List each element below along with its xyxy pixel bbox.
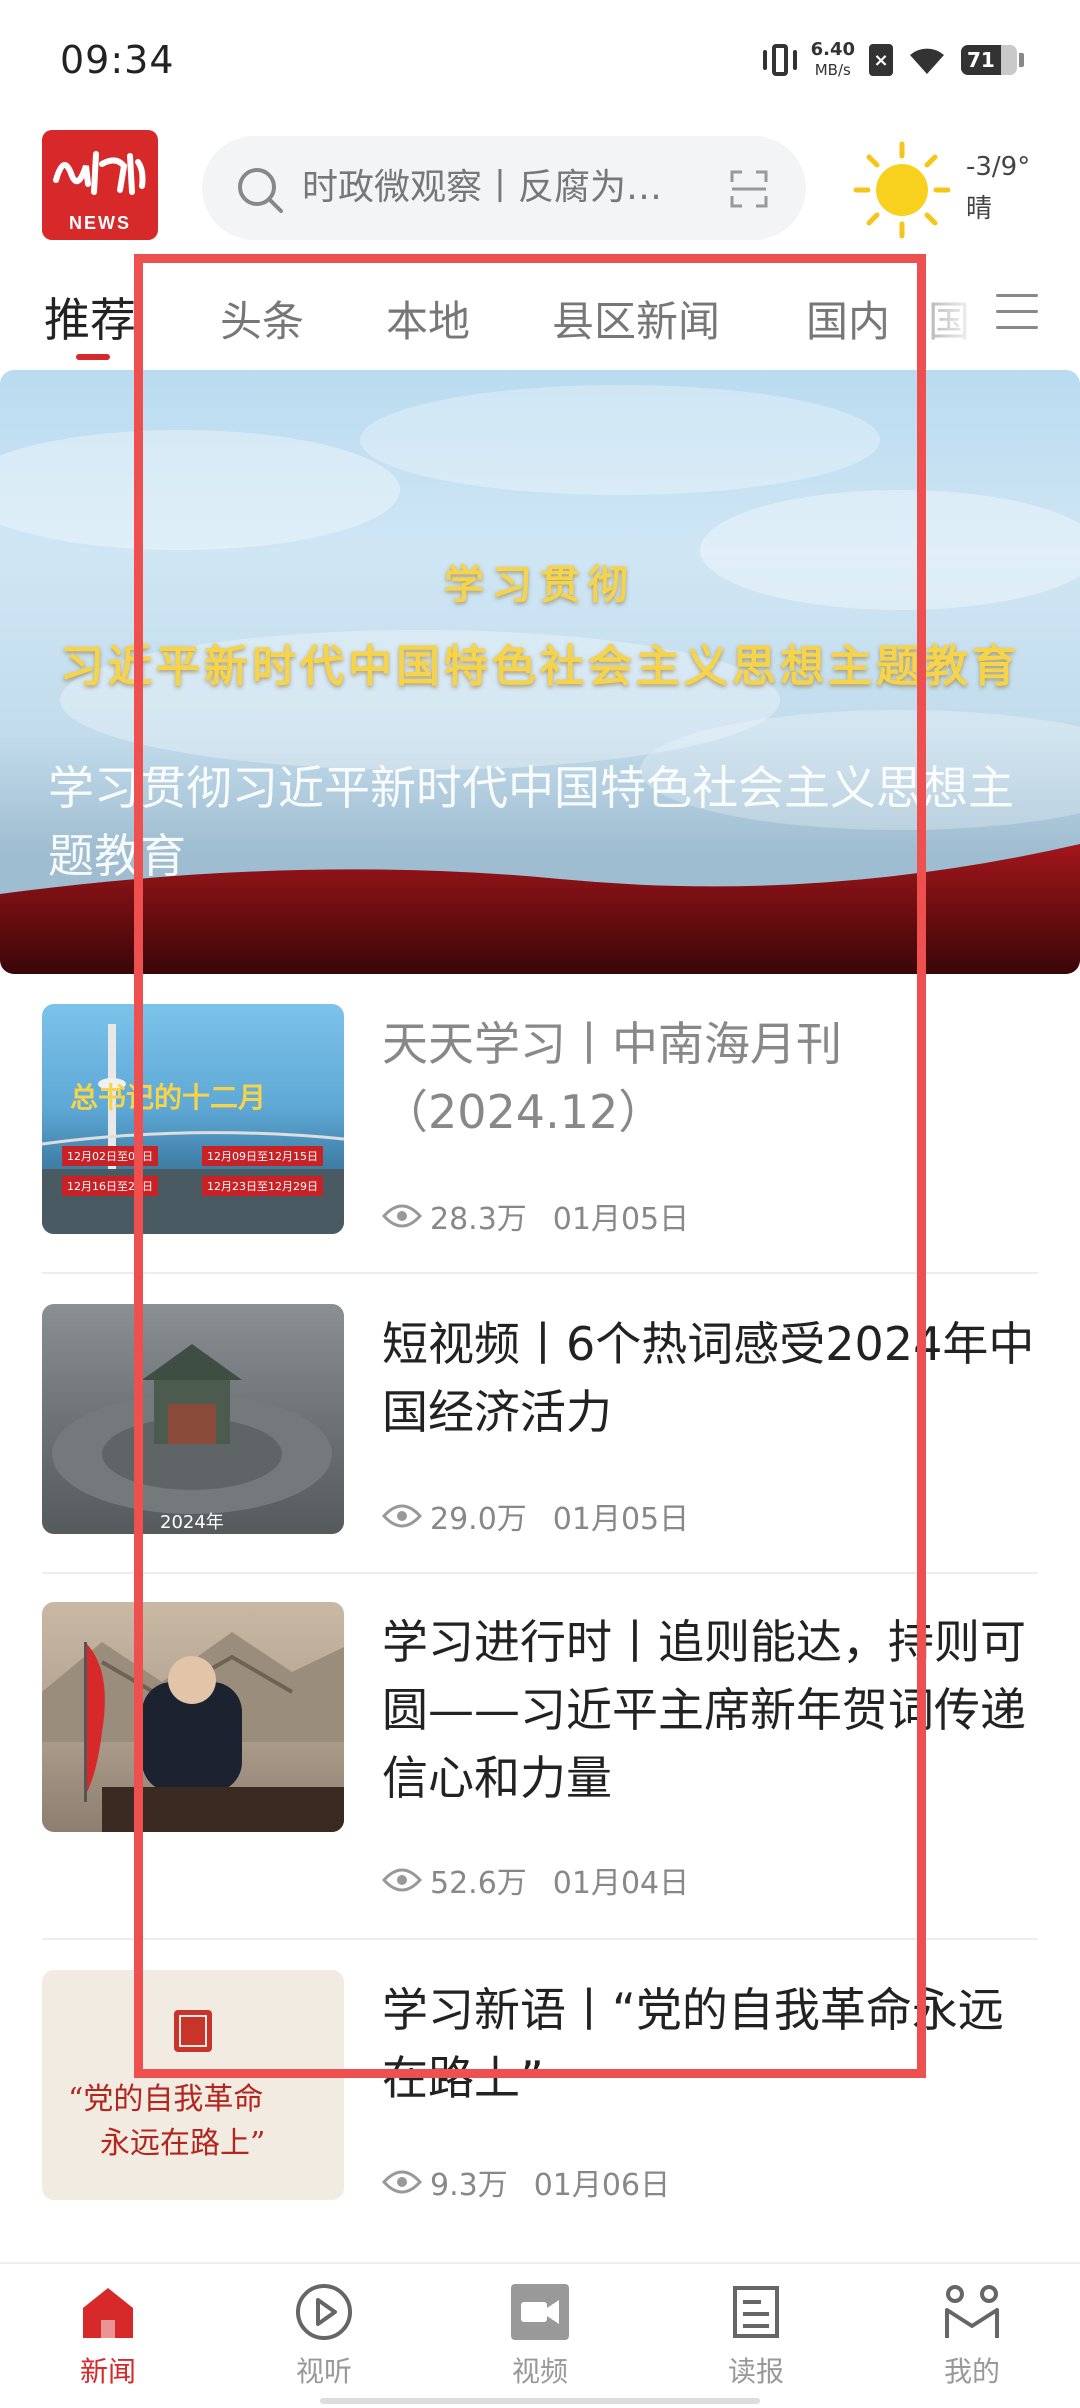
news-date: 01月05日 bbox=[552, 1202, 690, 1237]
news-thumbnail: 2024年 bbox=[42, 1304, 344, 1534]
banner-headline-1: 学习贯彻 bbox=[444, 561, 636, 608]
nav-label: 我的 bbox=[943, 2355, 1000, 2388]
search-placeholder: 时政微观察丨反腐为… bbox=[302, 167, 663, 208]
news-title: 短视频丨6个热词感受2024年中国经济活力 bbox=[382, 1317, 1035, 1439]
weather-temperature: -3/9° bbox=[966, 152, 1031, 182]
play-icon bbox=[296, 2284, 352, 2340]
thumbnail-illustration bbox=[42, 1024, 344, 1234]
status-icons: 6.40 MB/s × 71 bbox=[762, 40, 1024, 80]
views-eye-icon bbox=[382, 1868, 422, 1892]
battery-level: 71 bbox=[967, 48, 995, 72]
news-meta: 29.0万 01月05日 bbox=[382, 1494, 689, 1538]
views-eye-icon bbox=[382, 1204, 422, 1228]
scan-icon[interactable] bbox=[730, 170, 768, 208]
app-header: NEWS 时政微观察丨反腐为… -3/9° 晴 bbox=[0, 120, 1080, 260]
news-views: 52.6万 bbox=[430, 1866, 527, 1901]
nav-audio-video[interactable]: 视听 bbox=[264, 2282, 384, 2390]
news-title: 天天学习丨中南海月刊（2024.12） bbox=[382, 1017, 842, 1139]
profile-icon bbox=[945, 2285, 999, 2338]
network-speed-unit: MB/s bbox=[814, 61, 851, 79]
news-views: 9.3万 bbox=[430, 2168, 508, 2203]
thumbnail-tag: 12月02日至08日 bbox=[62, 1146, 158, 1166]
thumbnail-caption: 2024年 bbox=[160, 1512, 224, 1533]
newspaper-icon bbox=[733, 2286, 779, 2338]
sunny-icon bbox=[853, 141, 951, 239]
nav-video[interactable]: 视频 bbox=[480, 2282, 600, 2390]
video-icon bbox=[511, 2284, 569, 2340]
bottom-navigation: 新闻 视听 视频 读报 我的 bbox=[0, 2262, 1080, 2408]
nav-profile[interactable]: 我的 bbox=[912, 2282, 1032, 2390]
news-thumbnail: 总书记的十二月 12月02日至08日 12月09日至12月15日 12月16日至… bbox=[42, 1004, 344, 1234]
news-views: 29.0万 bbox=[430, 1502, 527, 1537]
news-item[interactable]: 总书记的十二月 12月02日至08日 12月09日至12月15日 12月16日至… bbox=[42, 1004, 1038, 1264]
weather-condition: 晴 bbox=[966, 194, 993, 224]
thumbnail-tag: 12月23日至12月29日 bbox=[202, 1176, 323, 1196]
nav-news[interactable]: 新闻 bbox=[48, 2282, 168, 2390]
list-divider bbox=[42, 1572, 1038, 1574]
channel-tabs: 推荐 头条 本地 县区新闻 国内 国 bbox=[0, 270, 1080, 370]
views-eye-icon bbox=[382, 1504, 422, 1528]
search-icon bbox=[238, 168, 283, 213]
status-time: 09:34 bbox=[60, 38, 175, 82]
news-date: 01月05日 bbox=[552, 1502, 690, 1537]
channel-menu-icon[interactable] bbox=[996, 294, 1038, 330]
news-meta: 9.3万 01月06日 bbox=[382, 2160, 670, 2204]
tab-domestic[interactable]: 国内 bbox=[806, 288, 890, 349]
nav-label: 视频 bbox=[511, 2355, 568, 2388]
status-bar: 09:34 6.40 MB/s × 71 bbox=[0, 0, 1080, 120]
thumbnail-caption-2: 永远在路上” bbox=[100, 2126, 266, 2161]
search-bar[interactable]: 时政微观察丨反腐为… bbox=[202, 136, 806, 240]
views-eye-icon bbox=[382, 2170, 422, 2194]
tabs-fade bbox=[880, 270, 980, 370]
battery-icon: 71 bbox=[961, 45, 1017, 75]
banner-headline-2: 习近平新时代中国特色社会主义思想主题教育 bbox=[60, 641, 1020, 692]
network-speed-value: 6.40 bbox=[810, 39, 855, 60]
featured-banner[interactable]: 学习贯彻 习近平新时代中国特色社会主义思想主题教育 学习贯彻习近平新时代中国特色… bbox=[0, 370, 1080, 974]
battery-tip bbox=[1019, 53, 1024, 67]
news-item[interactable]: 学习进行时丨追则能达，持则可圆——习近平主席新年贺词传递信心和力量 52.6万 … bbox=[42, 1602, 1038, 1932]
thumbnail-illustration bbox=[52, 1344, 332, 1514]
tab-county-news[interactable]: 县区新闻 bbox=[552, 288, 720, 349]
weather-widget[interactable]: -3/9° 晴 bbox=[852, 140, 1062, 240]
thumbnail-tag: 12月16日至22日 bbox=[62, 1176, 158, 1196]
news-views: 28.3万 bbox=[430, 1202, 527, 1237]
thumbnail-tag: 12月09日至12月15日 bbox=[202, 1146, 323, 1166]
app-logo[interactable]: NEWS bbox=[42, 130, 158, 240]
thumbnail-caption-1: “党的自我革命 bbox=[68, 2082, 264, 2117]
news-date: 01月04日 bbox=[552, 1866, 690, 1901]
home-icon bbox=[83, 2288, 133, 2338]
nav-label: 读报 bbox=[727, 2355, 784, 2388]
logo-text: NEWS bbox=[69, 213, 131, 233]
thumbnail-illustration bbox=[42, 1632, 344, 1832]
network-speed: 6.40 MB/s bbox=[811, 40, 855, 80]
active-tab-indicator bbox=[76, 354, 110, 360]
list-divider bbox=[42, 1272, 1038, 1274]
news-item[interactable]: “党的自我革命 永远在路上” 学习新语丨“党的自我革命永远在路上” 9.3万 0… bbox=[42, 1970, 1038, 2230]
news-title: 学习新语丨“党的自我革命永远在路上” bbox=[382, 1983, 1004, 2105]
vibrate-icon bbox=[762, 40, 797, 80]
news-date: 01月06日 bbox=[533, 2168, 671, 2203]
home-indicator bbox=[320, 2398, 760, 2404]
news-meta: 52.6万 01月04日 bbox=[382, 1858, 689, 1902]
logo-calligraphy-icon bbox=[53, 151, 146, 195]
no-sim-icon: × bbox=[869, 44, 893, 76]
news-meta: 28.3万 01月05日 bbox=[382, 1194, 689, 1238]
tab-headlines[interactable]: 头条 bbox=[220, 288, 304, 349]
news-title: 学习进行时丨追则能达，持则可圆——习近平主席新年贺词传递信心和力量 bbox=[382, 1615, 1026, 1805]
nav-newspaper[interactable]: 读报 bbox=[696, 2282, 816, 2390]
thumbnail-caption: 总书记的十二月 bbox=[70, 1081, 267, 1114]
tab-local[interactable]: 本地 bbox=[386, 288, 470, 349]
list-divider bbox=[42, 1938, 1038, 1940]
tab-recommend[interactable]: 推荐 bbox=[44, 284, 136, 350]
news-thumbnail: “党的自我革命 永远在路上” bbox=[42, 1970, 344, 2200]
news-item[interactable]: 2024年 短视频丨6个热词感受2024年中国经济活力 29.0万 01月05日 bbox=[42, 1304, 1038, 1564]
nav-label: 视听 bbox=[295, 2355, 352, 2388]
banner-title: 学习贯彻习近平新时代中国特色社会主义思想主题教育 bbox=[48, 761, 1014, 883]
news-thumbnail bbox=[42, 1602, 344, 1832]
nav-label: 新闻 bbox=[79, 2355, 136, 2388]
wifi-icon bbox=[907, 44, 947, 76]
